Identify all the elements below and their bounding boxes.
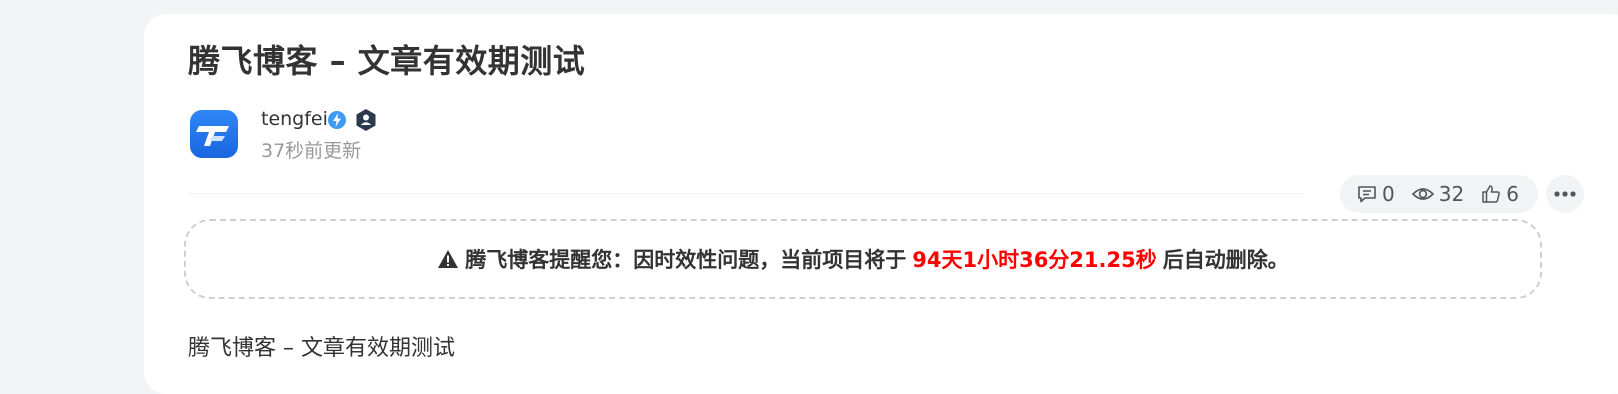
view-stat: 32 bbox=[1411, 182, 1464, 206]
author-avatar[interactable] bbox=[190, 110, 238, 158]
countdown-timer: 94天1小时36分21.25秒 bbox=[912, 248, 1157, 272]
more-dots-icon bbox=[1554, 191, 1576, 197]
view-count: 32 bbox=[1438, 182, 1465, 206]
thumbs-up-icon bbox=[1482, 185, 1501, 203]
post-title: 腾飞博客 – 文章有效期测试 bbox=[188, 42, 586, 80]
post-card: 腾飞博客 – 文章有效期测试 tengfei 37秒前更新 0 32 6 腾飞博… bbox=[144, 14, 1618, 394]
comment-count: 0 bbox=[1382, 182, 1395, 206]
update-time: 37秒前更新 bbox=[261, 140, 362, 162]
expiry-notice: 腾飞博客提醒您：因时效性问题，当前项目将于 94天1小时36分21.25秒 后自… bbox=[184, 219, 1542, 299]
warning-triangle-icon bbox=[438, 250, 459, 268]
notice-prefix: 腾飞博客提醒您：因时效性问题，当前项目将于 bbox=[465, 248, 907, 272]
eye-icon bbox=[1411, 188, 1434, 200]
like-stat[interactable]: 6 bbox=[1480, 182, 1519, 206]
author-name[interactable]: tengfei bbox=[261, 108, 328, 130]
user-hexagon-icon bbox=[356, 109, 376, 131]
comment-stat[interactable]: 0 bbox=[1356, 182, 1395, 206]
tengfei-logo-icon bbox=[196, 126, 229, 146]
lightning-verified-icon bbox=[328, 111, 346, 129]
more-button[interactable] bbox=[1546, 175, 1584, 213]
like-count: 6 bbox=[1506, 182, 1519, 206]
post-body: 腾飞博客 – 文章有效期测试 bbox=[188, 336, 455, 361]
notice-suffix: 后自动删除。 bbox=[1162, 248, 1289, 272]
comment-icon bbox=[1358, 186, 1376, 203]
post-stats: 0 32 6 bbox=[1340, 175, 1538, 213]
header-divider bbox=[188, 193, 1304, 194]
